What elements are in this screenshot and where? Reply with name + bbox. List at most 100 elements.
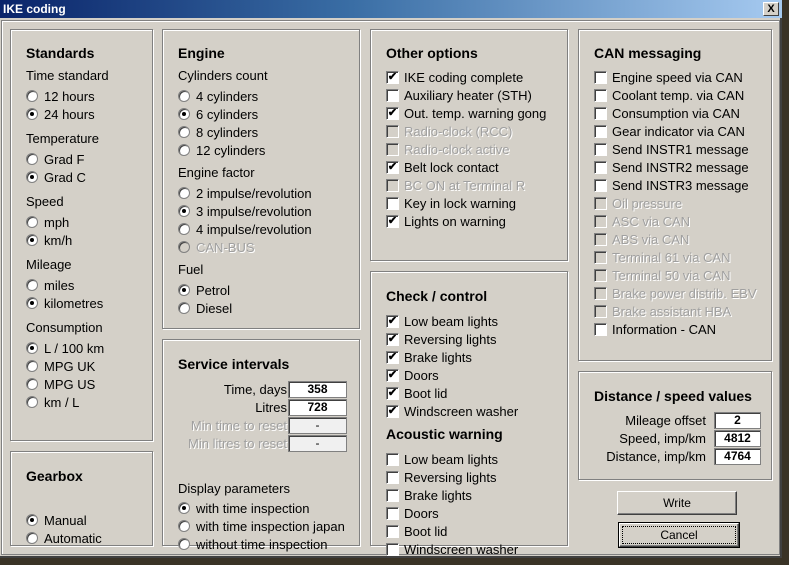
checkbox-label: Lights on warning xyxy=(404,213,506,229)
option-label: without time inspection xyxy=(196,536,328,552)
standards-group-label: Speed xyxy=(26,194,64,209)
check-control-checkbox[interactable]: ✔ Boot lid xyxy=(386,384,447,402)
standards-radio-option[interactable]: MPG UK xyxy=(26,357,95,375)
standards-radio-option[interactable]: Grad F xyxy=(26,150,84,168)
checkbox-empty-icon xyxy=(594,232,607,246)
standards-radio-option[interactable]: kilometres xyxy=(26,294,103,312)
checkbox-checked-icon: ✔ xyxy=(386,160,399,174)
engine-radio-option[interactable]: 4 impulse/revolution xyxy=(178,220,312,238)
can-messaging-checkbox[interactable]: Send INSTR2 message xyxy=(594,158,749,176)
can-messaging-checkbox[interactable]: Consumption via CAN xyxy=(594,104,740,122)
gearbox-radio-option[interactable]: Automatic xyxy=(26,529,102,547)
can-messaging-checkbox[interactable]: Information - CAN xyxy=(594,320,716,338)
can-messaging-checkbox[interactable]: Send INSTR3 message xyxy=(594,176,749,194)
engine-radio-option[interactable]: 6 cylinders xyxy=(178,105,258,123)
other-option-checkbox[interactable]: ✔ Belt lock contact xyxy=(386,158,499,176)
acoustic-warning-checkbox[interactable]: Doors xyxy=(386,504,439,522)
engine-radio-option[interactable]: Diesel xyxy=(178,299,232,317)
checkbox-label: Low beam lights xyxy=(404,313,498,329)
display-radio-option[interactable]: with time inspection xyxy=(178,499,309,517)
title-bar: IKE coding X xyxy=(0,0,782,18)
checkbox-empty-icon xyxy=(594,196,607,210)
engine-radio-option[interactable]: 8 cylinders xyxy=(178,123,258,141)
check-control-checkbox[interactable]: ✔ Windscreen washer xyxy=(386,402,518,420)
checkbox-label: Doors xyxy=(404,505,439,521)
standards-radio-option[interactable]: km/h xyxy=(26,231,72,249)
standards-radio-option[interactable]: MPG US xyxy=(26,375,95,393)
display-radio-option[interactable]: without time inspection xyxy=(178,535,328,553)
can-messaging-checkbox[interactable]: Engine speed via CAN xyxy=(594,68,743,86)
service-field-input[interactable]: 728 xyxy=(288,399,347,416)
standards-radio-option[interactable]: mph xyxy=(26,213,69,231)
standards-radio-option[interactable]: 12 hours xyxy=(26,87,95,105)
gearbox-radio-option[interactable]: Manual xyxy=(26,511,87,529)
engine-radio-option[interactable]: 2 impulse/revolution xyxy=(178,184,312,202)
engine-radio-option[interactable]: 4 cylinders xyxy=(178,87,258,105)
other-option-checkbox[interactable]: ✔ IKE coding complete xyxy=(386,68,523,86)
engine-radio-option[interactable]: Petrol xyxy=(178,281,230,299)
can-messaging-checkbox[interactable]: Coolant temp. via CAN xyxy=(594,86,744,104)
standards-group-label: Mileage xyxy=(26,257,72,272)
check-control-checkbox[interactable]: ✔ Doors xyxy=(386,366,439,384)
standards-panel: Standards Time standard 12 hours 24 hours T… xyxy=(10,29,153,441)
standards-radio-option[interactable]: L / 100 km xyxy=(26,339,104,357)
display-radio-option[interactable]: with time inspection japan xyxy=(178,517,345,535)
checkbox-empty-icon xyxy=(386,488,399,502)
option-label: km/h xyxy=(44,232,73,248)
engine-radio-option: CAN-BUS xyxy=(178,238,255,256)
distance-field-input[interactable]: 2 xyxy=(714,412,761,429)
radio-empty-icon xyxy=(178,126,190,138)
other-option-checkbox[interactable]: Auxiliary heater (STH) xyxy=(386,86,532,104)
acoustic-warning-checkbox[interactable]: Brake lights xyxy=(386,486,472,504)
engine-group-label: Cylinders count xyxy=(178,68,268,83)
radio-selected-icon xyxy=(178,284,190,296)
other-option-checkbox[interactable]: ✔ Out. temp. warning gong xyxy=(386,104,546,122)
can-messaging-checkbox[interactable]: Gear indicator via CAN xyxy=(594,122,745,140)
distance-field-label: Mileage offset xyxy=(625,413,706,428)
checkbox-label: Send INSTR3 message xyxy=(612,177,749,193)
service-intervals-panel: Service intervals Time, days 358 Litres 728… xyxy=(162,339,360,552)
distance-field-input[interactable]: 4764 xyxy=(714,448,761,465)
checkbox-label: ABS via CAN xyxy=(612,231,690,247)
checkbox-empty-icon xyxy=(594,88,607,102)
service-field-input[interactable]: 358 xyxy=(288,381,347,398)
engine-radio-option[interactable]: 3 impulse/revolution xyxy=(178,202,312,220)
radio-selected-icon xyxy=(178,205,190,217)
can-messaging-checkbox[interactable]: Send INSTR1 message xyxy=(594,140,749,158)
standards-title: Standards xyxy=(26,45,95,61)
write-button[interactable]: Write xyxy=(617,491,737,515)
standards-group-label: Time standard xyxy=(26,68,109,83)
engine-title: Engine xyxy=(178,45,225,61)
standards-radio-option[interactable]: miles xyxy=(26,276,74,294)
option-label: 24 hours xyxy=(44,106,95,122)
checkbox-label: Gear indicator via CAN xyxy=(612,123,745,139)
other-option-checkbox[interactable]: ✔ Lights on warning xyxy=(386,212,506,230)
acoustic-warning-checkbox[interactable]: Low beam lights xyxy=(386,450,498,468)
radio-empty-icon xyxy=(26,396,38,408)
standards-radio-option[interactable]: 24 hours xyxy=(26,105,95,123)
close-icon[interactable]: X xyxy=(763,2,779,16)
check-control-checkbox[interactable]: ✔ Low beam lights xyxy=(386,312,498,330)
acoustic-warning-checkbox[interactable]: Boot lid xyxy=(386,522,447,540)
check-control-checkbox[interactable]: ✔ Reversing lights xyxy=(386,330,497,348)
distance-field-input[interactable]: 4812 xyxy=(714,430,761,447)
check-control-checkbox[interactable]: ✔ Brake lights xyxy=(386,348,472,366)
radio-empty-icon xyxy=(178,223,190,235)
option-label: 4 impulse/revolution xyxy=(196,221,312,237)
service-field-label: Time, days xyxy=(223,382,287,397)
acoustic-warning-checkbox[interactable]: Windscreen washer xyxy=(386,540,518,558)
radio-selected-icon xyxy=(178,502,190,514)
standards-radio-option[interactable]: Grad C xyxy=(26,168,86,186)
checkbox-empty-icon xyxy=(594,106,607,120)
acoustic-warning-checkbox[interactable]: Reversing lights xyxy=(386,468,497,486)
engine-group-label: Fuel xyxy=(178,262,204,277)
checkbox-checked-icon: ✔ xyxy=(386,314,399,328)
engine-radio-option[interactable]: 12 cylinders xyxy=(178,141,265,159)
cancel-button[interactable]: Cancel xyxy=(618,522,740,548)
checkbox-empty-icon xyxy=(386,452,399,466)
service-field-label: Min time to reset xyxy=(190,418,287,433)
standards-radio-option[interactable]: km / L xyxy=(26,393,79,411)
engine-group-label: Engine factor xyxy=(178,165,255,180)
other-option-checkbox: Radio-clock (RCC) xyxy=(386,122,512,140)
other-option-checkbox[interactable]: Key in lock warning xyxy=(386,194,516,212)
